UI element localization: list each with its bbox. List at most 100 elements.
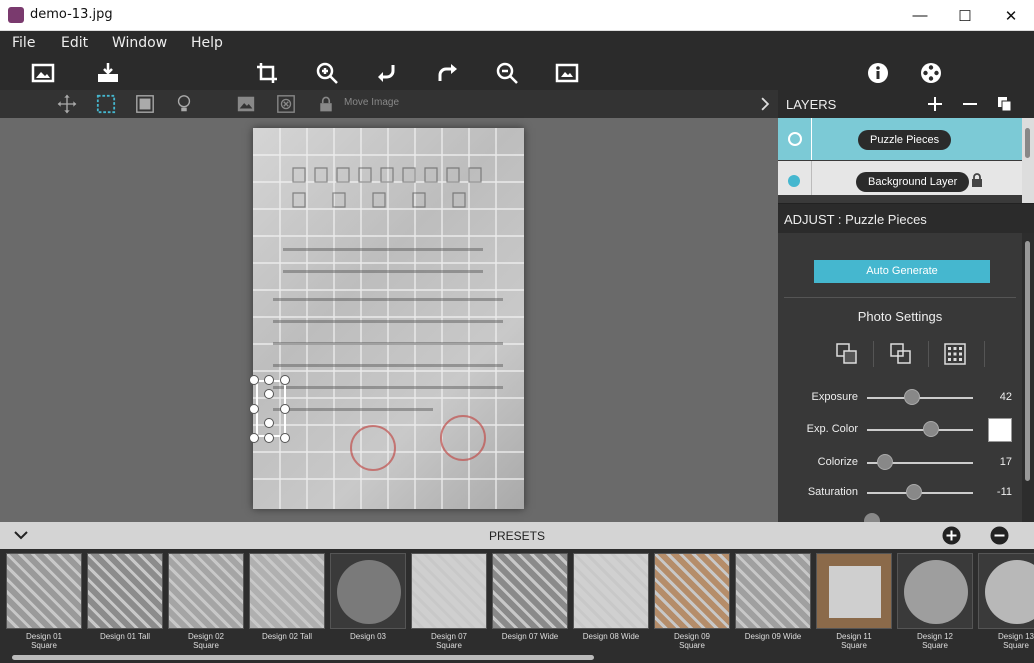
app-window: demo-13.jpg — ☐ ✕ File Edit Window Help <box>0 0 1034 663</box>
layer-row-puzzle-pieces[interactable]: Puzzle Pieces <box>778 118 1022 160</box>
exposure-slider-track[interactable] <box>867 397 973 399</box>
chevron-down-icon[interactable] <box>14 530 28 540</box>
preset-label-line1: Design 09 <box>673 632 711 641</box>
menu-bar: File Edit Window Help <box>0 31 1034 56</box>
exp-color-slider-knob[interactable] <box>922 421 939 437</box>
save-button[interactable] <box>94 59 122 87</box>
duplicate-layer-icon[interactable] <box>998 97 1012 111</box>
lock-icon <box>320 96 332 112</box>
resize-handle[interactable] <box>249 375 259 385</box>
add-layer-icon[interactable] <box>928 97 942 111</box>
layer-row-background[interactable]: Background Layer <box>778 161 1022 195</box>
preset-thumbnail <box>573 553 649 629</box>
presets-scrollbar[interactable] <box>12 655 594 660</box>
undo-button[interactable] <box>373 59 401 87</box>
preset-item[interactable]: Design 11 Square <box>816 553 892 653</box>
download-tray-icon <box>98 63 118 82</box>
saturation-value: -11 <box>996 486 1012 498</box>
remove-image-tool[interactable] <box>275 93 297 115</box>
layers-scrollbar[interactable] <box>1022 118 1034 203</box>
zoom-in-icon <box>316 62 338 84</box>
adjust-panel: Auto Generate Photo Settings Exposure 42… <box>778 233 1034 522</box>
menu-edit[interactable]: Edit <box>61 35 88 51</box>
zoom-in-button[interactable] <box>313 59 341 87</box>
preset-item[interactable]: Design 12 Square <box>897 553 973 653</box>
preset-thumbnail <box>654 553 730 629</box>
add-preset-icon[interactable] <box>942 526 961 545</box>
adjust-scrollbar[interactable] <box>1022 233 1034 522</box>
image-canvas[interactable] <box>0 118 778 522</box>
exp-color-slider-track[interactable] <box>867 429 973 431</box>
exposure-slider-knob[interactable] <box>903 389 920 405</box>
resize-handle[interactable] <box>280 404 290 414</box>
select-image-tool[interactable] <box>134 93 156 115</box>
minimize-button[interactable]: — <box>897 0 943 31</box>
close-button[interactable]: ✕ <box>988 0 1034 31</box>
menu-help[interactable]: Help <box>191 35 223 51</box>
photo-mode-1-icon[interactable] <box>836 343 858 365</box>
zoom-out-button[interactable] <box>493 59 521 87</box>
presets-strip: Design 01 Square Design 01 Tall Design 02 Sq… <box>0 549 1034 663</box>
preset-label: Design 08 Wide <box>573 632 649 641</box>
resize-handle[interactable] <box>264 418 274 428</box>
resize-handle[interactable] <box>280 433 290 443</box>
hint-tool[interactable] <box>173 93 195 115</box>
menu-window[interactable]: Window <box>112 35 167 51</box>
resize-handle[interactable] <box>264 389 274 399</box>
preset-item[interactable]: Design 13 Square <box>978 553 1034 653</box>
lock-icon[interactable] <box>971 173 983 187</box>
next-slider-knob-partial[interactable] <box>864 513 880 522</box>
clear-circle-icon <box>277 95 295 113</box>
remove-preset-icon[interactable] <box>990 526 1009 545</box>
saturation-slider-knob[interactable] <box>905 484 922 500</box>
preset-item[interactable]: Design 07 Square <box>411 553 487 653</box>
preset-label: Design 07 Wide <box>492 632 568 641</box>
remove-layer-icon[interactable] <box>963 97 977 111</box>
colorize-slider-knob[interactable] <box>877 454 894 470</box>
preset-item[interactable]: Design 08 Wide <box>573 553 649 653</box>
preset-thumbnail <box>978 553 1034 629</box>
presets-header: PRESETS <box>0 522 1034 549</box>
replace-image-tool[interactable] <box>235 93 257 115</box>
maximize-button[interactable]: ☐ <box>942 0 988 31</box>
preset-item[interactable]: Design 03 <box>330 553 406 653</box>
preset-item[interactable]: Design 07 Wide <box>492 553 568 653</box>
preset-label-line1: Design 09 Wide <box>744 632 802 641</box>
collapse-panel-button[interactable] <box>754 93 776 115</box>
auto-generate-button[interactable]: Auto Generate <box>814 260 990 283</box>
preset-label-line2: Square <box>436 641 462 650</box>
image-small-icon <box>237 96 255 112</box>
resize-handle[interactable] <box>280 375 290 385</box>
resize-handle[interactable] <box>264 375 274 385</box>
grid-icon[interactable] <box>944 343 966 365</box>
menu-file[interactable]: File <box>12 35 35 51</box>
exposure-value: 42 <box>999 391 1012 403</box>
settings-button[interactable] <box>917 59 945 87</box>
resize-handle[interactable] <box>249 433 259 443</box>
app-icon <box>8 7 24 23</box>
resize-handle[interactable] <box>249 404 259 414</box>
open-image-button[interactable] <box>29 59 57 87</box>
resize-handle[interactable] <box>264 433 274 443</box>
move-tool[interactable] <box>56 93 78 115</box>
preset-item[interactable]: Design 02 Tall <box>249 553 325 653</box>
layer-visibility-toggle[interactable] <box>788 175 800 187</box>
puzzle-document-image[interactable] <box>253 128 524 509</box>
fit-image-button[interactable] <box>553 59 581 87</box>
preset-item[interactable]: Design 09 Square <box>654 553 730 653</box>
lock-image-tool[interactable] <box>315 93 337 115</box>
adjust-header: ADJUST : Puzzle Pieces <box>778 203 1034 233</box>
crop-button[interactable] <box>253 59 281 87</box>
redo-button[interactable] <box>434 59 462 87</box>
preset-item[interactable]: Design 01 Tall <box>87 553 163 653</box>
preset-item[interactable]: Design 01 Square <box>6 553 82 653</box>
crop-icon <box>257 63 277 83</box>
preset-label: Design 03 <box>330 632 406 641</box>
select-rect-tool[interactable] <box>95 93 117 115</box>
photo-mode-2-icon[interactable] <box>890 343 912 365</box>
exp-color-swatch[interactable] <box>988 418 1012 442</box>
preset-item[interactable]: Design 09 Wide <box>735 553 811 653</box>
preset-item[interactable]: Design 02 Square <box>168 553 244 653</box>
info-button[interactable] <box>864 59 892 87</box>
layer-visibility-toggle[interactable] <box>788 132 802 146</box>
